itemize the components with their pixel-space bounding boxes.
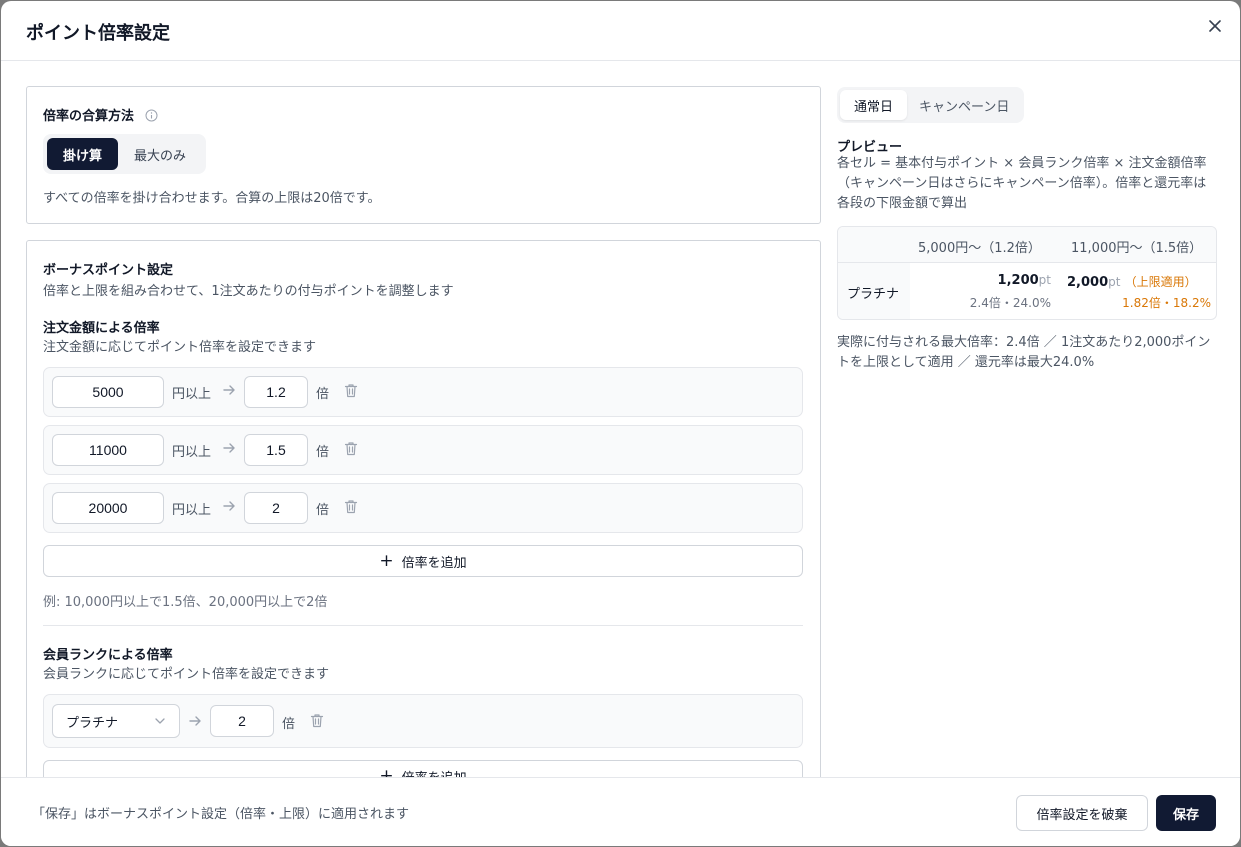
trash-icon[interactable] — [344, 499, 358, 514]
tab-campaign-day[interactable]: キャンペーン日 — [907, 90, 1021, 120]
rank-tier-row: プラチナ 2 倍 — [43, 694, 803, 748]
save-button[interactable]: 保存 — [1156, 795, 1216, 831]
preview-cell-points: 1,200pt — [918, 273, 1051, 288]
bonus-subtitle: 倍率と上限を組み合わせて、1注文あたりの付与ポイントを調整します — [43, 284, 454, 299]
order-rate-title: 注文金額による倍率 — [43, 321, 160, 336]
preview-table: 5,000円〜（1.2倍） 11,000円〜（1.5倍） プラチナ 1,200p… — [837, 226, 1217, 320]
preview-title: プレビュー — [837, 140, 903, 155]
points-unit: pt — [1108, 275, 1121, 289]
add-order-rate-button[interactable]: + 倍率を追加 — [43, 545, 803, 577]
combine-title-wrap: 倍率の合算方法 — [43, 105, 158, 126]
bonus-title: ボーナスポイント設定 — [43, 263, 174, 278]
rate-unit: 倍 — [282, 717, 296, 732]
add-rank-rate-label: 倍率を追加 — [402, 767, 467, 778]
rate-unit: 倍 — [316, 387, 330, 402]
combine-toggle: 掛け算 最大のみ — [43, 134, 207, 174]
trash-icon[interactable] — [310, 713, 324, 728]
arrow-right-icon — [189, 716, 201, 726]
points-value: 2,000 — [1067, 275, 1109, 290]
preview-cell-detail: 2.4倍・24.0% — [969, 296, 1051, 310]
preview-summary: 実際に付与される最大倍率：2.4倍 ／ 1注文あたり2,000ポイントを上限とし… — [837, 335, 1211, 370]
modal-dialog: ポイント倍率設定 倍率の合算方法 掛け算 最大のみ すべての倍率を掛け合わせます… — [1, 1, 1240, 846]
combine-option-multiply[interactable]: 掛け算 — [47, 138, 119, 170]
add-order-rate-label: 倍率を追加 — [401, 555, 467, 571]
points-value: 1,200 — [997, 273, 1039, 288]
cap-applied-label: （上限適用） — [1124, 275, 1197, 289]
tab-normal-day[interactable]: 通常日 — [840, 90, 908, 120]
info-icon[interactable] — [145, 107, 158, 126]
section-divider — [43, 625, 803, 626]
preview-table-header: 5,000円〜（1.2倍） 11,000円〜（1.5倍） — [838, 227, 1216, 263]
rank-select-value: プラチナ — [66, 714, 119, 730]
preview-panel: 通常日 キャンペーン日 プレビュー 各セル = 基本付与ポイント × 会員ランク… — [837, 62, 1217, 777]
row-header-cell: プラチナ — [838, 263, 910, 319]
day-type-tabs: 通常日 キャンペーン日 — [837, 87, 1025, 123]
rate-unit: 倍 — [316, 503, 330, 518]
column-header: 5,000円〜（1.2倍） — [918, 241, 1041, 256]
rate-input[interactable]: 1.5 — [244, 434, 308, 466]
preview-cell-detail: 1.82倍・18.2% — [1122, 296, 1211, 310]
order-tier-row: 5000 円以上 1.2 倍 — [43, 367, 803, 417]
rate-unit: 倍 — [316, 445, 330, 460]
close-icon — [1209, 20, 1221, 32]
plus-icon: + — [379, 551, 394, 571]
preview-description: 各セル = 基本付与ポイント × 会員ランク倍率 × 注文金額倍率（キャンペーン… — [837, 156, 1207, 211]
order-tier-row: 11000 円以上 1.5 倍 — [43, 425, 803, 475]
rank-rate-input[interactable]: 2 — [210, 705, 274, 737]
rank-rate-title: 会員ランクによる倍率 — [43, 648, 173, 663]
order-rate-example: 例: 10,000円以上で1.5倍、20,000円以上で2倍 — [43, 595, 328, 610]
amount-unit: 円以上 — [172, 503, 212, 518]
trash-icon[interactable] — [344, 441, 358, 456]
arrow-right-icon — [223, 385, 235, 395]
chevron-down-icon — [155, 718, 165, 724]
arrow-right-icon — [223, 501, 235, 511]
discard-button[interactable]: 倍率設定を破棄 — [1016, 795, 1148, 831]
rate-input[interactable]: 1.2 — [244, 376, 308, 408]
rank-select[interactable]: プラチナ — [52, 704, 180, 738]
add-rank-rate-button[interactable]: + 倍率を追加 — [43, 760, 803, 777]
order-tier-row: 20000 円以上 2 倍 — [43, 483, 803, 533]
modal-footer: 「保存」はボーナスポイント設定（倍率・上限）に適用されます 倍率設定を破棄 保存 — [1, 777, 1240, 846]
combine-method-card: 倍率の合算方法 掛け算 最大のみ すべての倍率を掛け合わせます。合算の上限は20… — [26, 86, 821, 224]
modal-title: ポイント倍率設定 — [26, 23, 170, 44]
trash-icon[interactable] — [344, 383, 358, 398]
amount-unit: 円以上 — [172, 387, 212, 402]
modal-header: ポイント倍率設定 — [1, 1, 1240, 61]
arrow-right-icon — [223, 443, 235, 453]
rank-rate-subtitle: 会員ランクに応じてポイント倍率を設定できます — [43, 667, 330, 682]
close-button[interactable] — [1204, 15, 1226, 37]
amount-input[interactable]: 11000 — [52, 434, 164, 466]
row-header: プラチナ — [847, 287, 900, 302]
amount-input[interactable]: 20000 — [52, 492, 164, 524]
combine-option-max[interactable]: 最大のみ — [118, 138, 202, 170]
order-rate-subtitle: 注文金額に応じてポイント倍率を設定できます — [43, 340, 317, 355]
rate-input[interactable]: 2 — [244, 492, 308, 524]
plus-icon: + — [379, 766, 394, 777]
bonus-settings-card: ボーナスポイント設定 倍率と上限を組み合わせて、1注文あたりの付与ポイントを調整… — [26, 240, 821, 777]
amount-input[interactable]: 5000 — [52, 376, 164, 408]
amount-unit: 円以上 — [172, 445, 212, 460]
combine-description: すべての倍率を掛け合わせます。合算の上限は20倍です。 — [43, 191, 381, 206]
footer-note: 「保存」はボーナスポイント設定（倍率・上限）に適用されます — [32, 807, 410, 822]
column-header: 11,000円〜（1.5倍） — [1071, 241, 1203, 256]
preview-cell-points: 2,000pt （上限適用） — [1067, 273, 1197, 290]
points-unit: pt — [1038, 273, 1051, 287]
settings-panel[interactable]: 倍率の合算方法 掛け算 最大のみ すべての倍率を掛け合わせます。合算の上限は20… — [1, 62, 831, 777]
combine-title: 倍率の合算方法 — [43, 109, 135, 124]
